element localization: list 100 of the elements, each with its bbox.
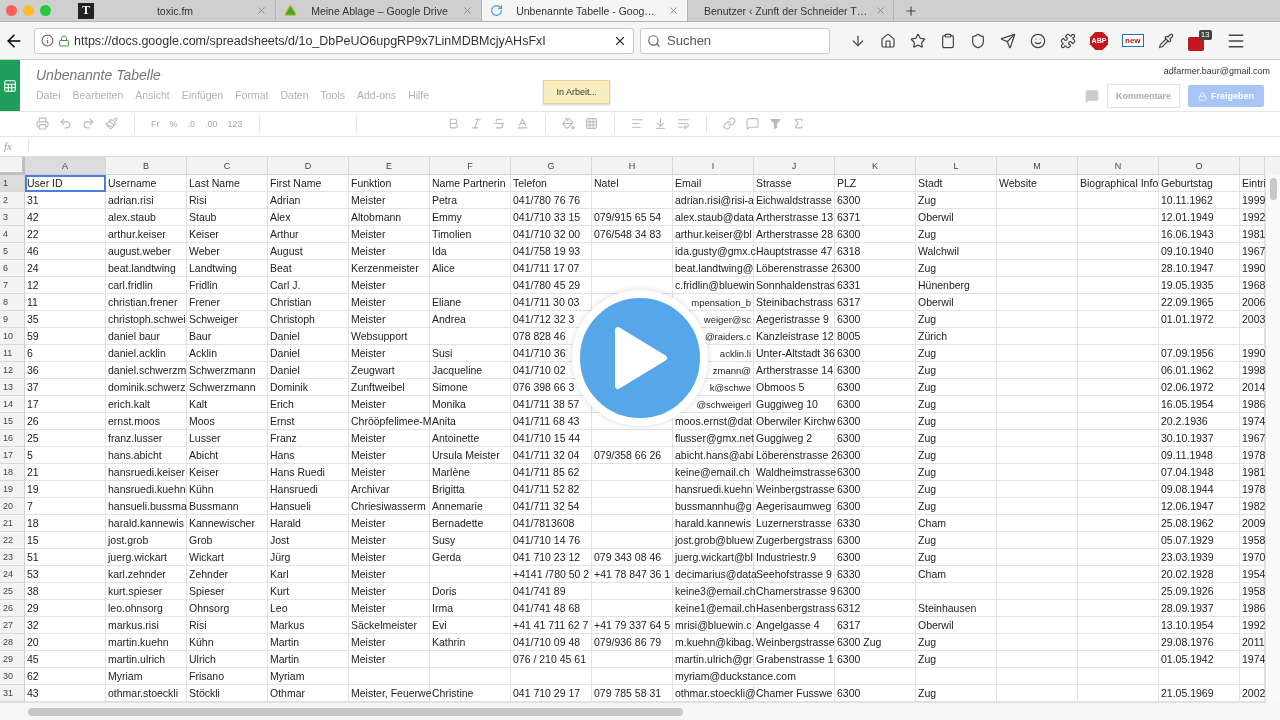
row-number[interactable]: 2 bbox=[0, 192, 25, 209]
column-header[interactable]: F bbox=[430, 157, 511, 175]
row-number[interactable]: 17 bbox=[0, 447, 25, 464]
scrollbar-thumb[interactable] bbox=[28, 707, 683, 716]
row-number[interactable]: 6 bbox=[0, 260, 25, 277]
text-color-icon[interactable] bbox=[515, 117, 529, 131]
row-number[interactable]: 24 bbox=[0, 566, 25, 583]
pipette-icon[interactable] bbox=[1157, 32, 1174, 49]
print-icon[interactable] bbox=[36, 117, 49, 131]
corner-cell[interactable] bbox=[0, 157, 25, 175]
table-cell: Name Partnerin bbox=[430, 175, 511, 192]
column-header[interactable]: D bbox=[268, 157, 349, 175]
smiley-icon[interactable] bbox=[1030, 32, 1046, 49]
new-tab-icon[interactable] bbox=[904, 3, 918, 18]
clipboard-icon[interactable] bbox=[940, 32, 956, 49]
column-header[interactable] bbox=[1240, 157, 1265, 175]
column-header[interactable]: E bbox=[349, 157, 430, 175]
table-cell: 07.09.1956 bbox=[1159, 345, 1240, 362]
table-cell: erich.kalt bbox=[106, 396, 187, 413]
table-cell: 6300 bbox=[835, 362, 916, 379]
row-number[interactable]: 19 bbox=[0, 481, 25, 498]
link-icon[interactable] bbox=[722, 117, 736, 131]
row-number[interactable]: 7 bbox=[0, 277, 25, 294]
document-title[interactable]: Unbenannte Tabelle bbox=[36, 67, 544, 84]
table-cell: Zehnder bbox=[187, 566, 268, 583]
info-icon[interactable] bbox=[41, 34, 54, 48]
redo-icon[interactable] bbox=[82, 117, 95, 131]
lock-icon bbox=[1198, 91, 1207, 101]
table-cell: 6300 bbox=[835, 430, 916, 447]
table-cell: hansueli.bussma bbox=[106, 498, 187, 515]
row-number[interactable]: 3 bbox=[0, 209, 25, 226]
align-icon[interactable] bbox=[630, 117, 644, 131]
address-bar[interactable]: https://docs.google.com/spreadsheets/d/1o_DbPeUO6upgRP9x7LinMDBMcjyAHsFxI bbox=[34, 27, 634, 54]
fill-color-icon[interactable] bbox=[561, 117, 575, 131]
row-number[interactable]: 14 bbox=[0, 396, 25, 413]
send-icon[interactable] bbox=[1000, 32, 1016, 49]
window-controls-icon[interactable] bbox=[6, 5, 51, 16]
row-number[interactable]: 8 bbox=[0, 294, 25, 311]
column-header[interactable]: A bbox=[25, 157, 106, 175]
comment-icon[interactable] bbox=[745, 117, 759, 131]
column-header[interactable]: M bbox=[997, 157, 1078, 175]
browser-tab[interactable]: Unbenannte Tabelle - Goog… bbox=[482, 0, 688, 22]
column-header[interactable]: C bbox=[187, 157, 268, 175]
row-number[interactable]: 11 bbox=[0, 345, 25, 362]
row-number[interactable]: 30 bbox=[0, 668, 25, 685]
row-number[interactable]: 4 bbox=[0, 226, 25, 243]
row-number[interactable]: 20 bbox=[0, 498, 25, 515]
table-cell: ernst.moos bbox=[106, 413, 187, 430]
scrollbar-thumb[interactable] bbox=[1269, 178, 1277, 200]
row-number[interactable]: 13 bbox=[0, 379, 25, 396]
paint-format-icon[interactable] bbox=[105, 117, 118, 131]
column-header[interactable]: L bbox=[916, 157, 997, 175]
row-number[interactable]: 15 bbox=[0, 413, 25, 430]
account-email[interactable]: adfarmer.baur@gmail.com bbox=[1163, 66, 1270, 77]
news-button[interactable]: new bbox=[1122, 34, 1144, 48]
row-number[interactable]: 26 bbox=[0, 600, 25, 617]
row-number[interactable]: 5 bbox=[0, 243, 25, 260]
italic-icon[interactable] bbox=[469, 117, 483, 131]
row-number[interactable]: 22 bbox=[0, 532, 25, 549]
row-number[interactable]: 16 bbox=[0, 430, 25, 447]
row-number[interactable]: 28 bbox=[0, 634, 25, 651]
strikethrough-icon[interactable] bbox=[492, 117, 506, 131]
column-header[interactable]: O bbox=[1159, 157, 1240, 175]
puzzle-icon[interactable] bbox=[1060, 32, 1076, 49]
row-number[interactable]: 1 bbox=[0, 175, 25, 192]
shield-icon[interactable] bbox=[970, 32, 986, 49]
star-icon[interactable] bbox=[910, 32, 926, 49]
column-header[interactable]: G bbox=[511, 157, 592, 175]
row-number[interactable]: 10 bbox=[0, 328, 25, 345]
table-cell: +41 79 337 64 5 bbox=[592, 617, 673, 634]
column-header[interactable]: N bbox=[1078, 157, 1159, 175]
borders-icon[interactable] bbox=[584, 117, 598, 131]
home-icon[interactable] bbox=[880, 32, 896, 49]
column-header[interactable]: J bbox=[754, 157, 835, 175]
comment-icon[interactable] bbox=[1084, 89, 1099, 104]
row-number[interactable]: 25 bbox=[0, 583, 25, 600]
funnel-icon[interactable] bbox=[768, 117, 782, 131]
sheets-logo[interactable] bbox=[0, 60, 20, 112]
row-number[interactable]: 21 bbox=[0, 515, 25, 532]
browser-tab[interactable]: T toxic.fm bbox=[70, 0, 276, 22]
column-header[interactable]: B bbox=[106, 157, 187, 175]
table-cell: Monika bbox=[430, 396, 511, 413]
column-header[interactable]: K bbox=[835, 157, 916, 175]
extension-button[interactable]: 13 bbox=[1187, 30, 1212, 52]
row-number[interactable]: 29 bbox=[0, 651, 25, 668]
row-number[interactable]: 27 bbox=[0, 617, 25, 634]
column-header[interactable]: I bbox=[673, 157, 754, 175]
row-number[interactable]: 31 bbox=[0, 685, 25, 702]
table-cell: Artherstrasse 28 bbox=[754, 226, 835, 243]
vertical-align-icon[interactable] bbox=[653, 117, 667, 131]
table-cell: First Name bbox=[268, 175, 349, 192]
row-number[interactable]: 18 bbox=[0, 464, 25, 481]
row-number[interactable]: 9 bbox=[0, 311, 25, 328]
undo-icon[interactable] bbox=[59, 117, 72, 131]
column-header[interactable]: H bbox=[592, 157, 673, 175]
wrap-icon[interactable] bbox=[676, 117, 690, 131]
table-cell: Lusser bbox=[187, 430, 268, 447]
row-number[interactable]: 23 bbox=[0, 549, 25, 566]
search-field[interactable]: Suchen bbox=[640, 27, 830, 54]
row-number[interactable]: 12 bbox=[0, 362, 25, 379]
